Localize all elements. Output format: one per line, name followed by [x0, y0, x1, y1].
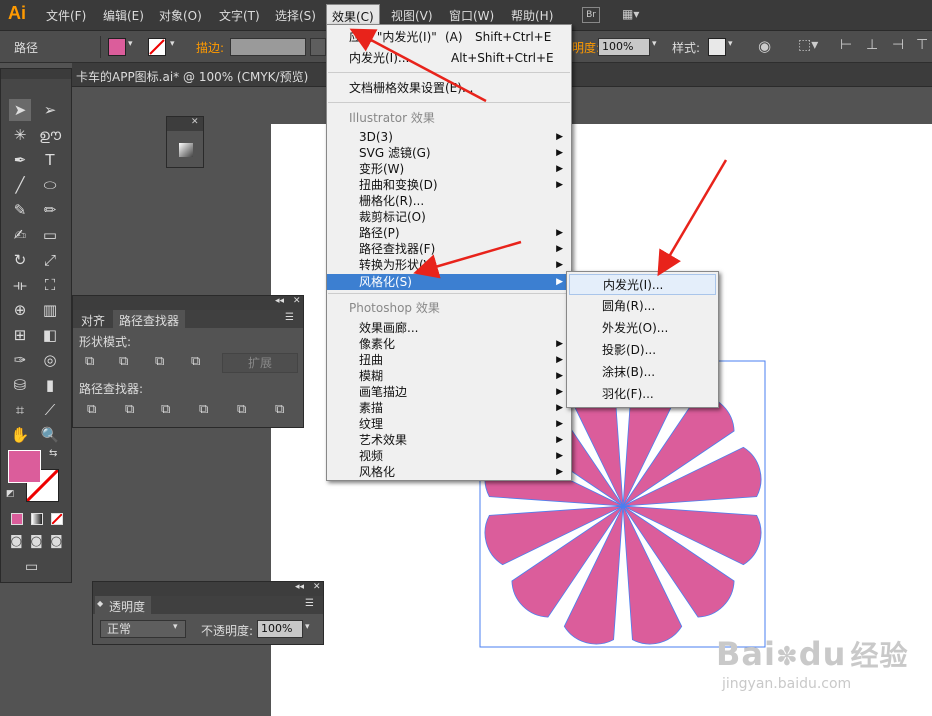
paw-icon: ✽ — [775, 642, 799, 672]
arrow-to-inner-glow — [657, 159, 728, 277]
watermark-brand: Bai — [716, 635, 776, 673]
annotation-arrows — [349, 28, 728, 279]
arrow-to-stylize — [413, 240, 522, 279]
watermark-word: 经验 — [850, 639, 909, 672]
arrow-to-effect-menu — [349, 28, 487, 103]
watermark-logo: Bai✽du 经验 — [716, 634, 908, 674]
watermark-brand2: du — [798, 635, 847, 673]
watermark-url: jingyan.baidu.com — [722, 676, 852, 692]
